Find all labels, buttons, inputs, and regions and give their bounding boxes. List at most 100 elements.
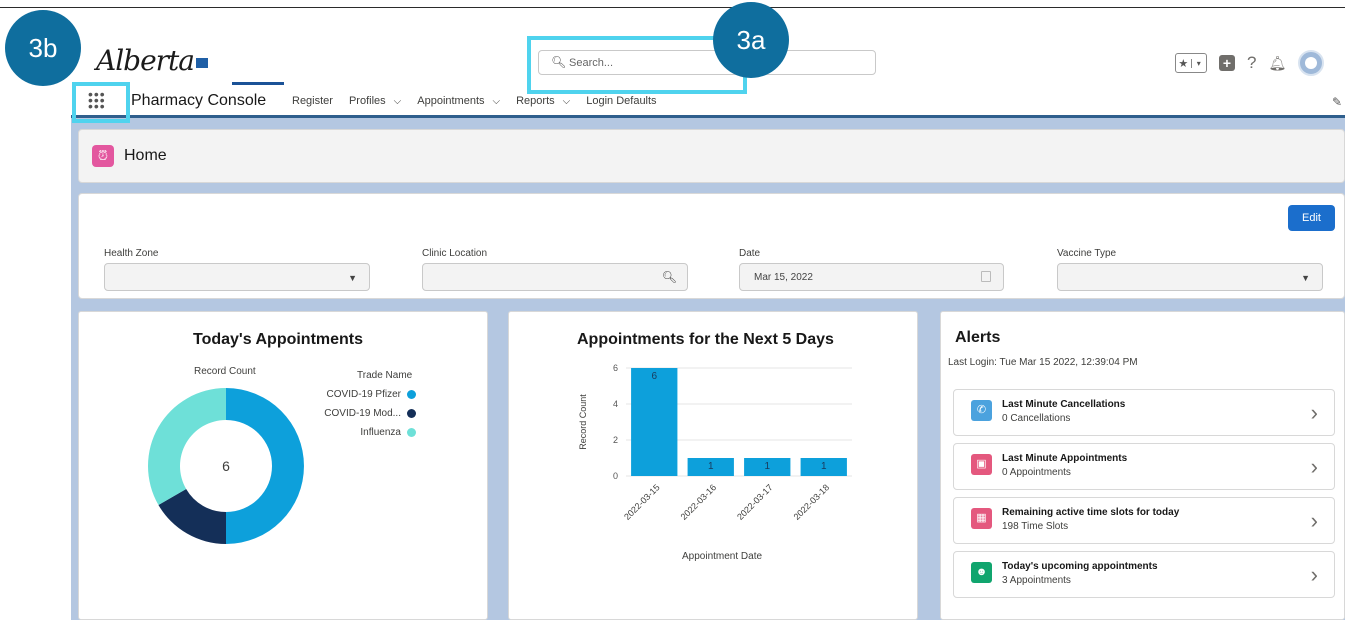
- vaccine-type-label: Vaccine Type: [1057, 248, 1117, 259]
- notifications-bell-icon[interactable]: 🔔︎: [1268, 55, 1286, 72]
- legend-item[interactable]: Influenza: [360, 427, 416, 438]
- legend-item[interactable]: COVID-19 Mod...: [324, 408, 416, 419]
- nav-item-label: Reports: [516, 95, 555, 107]
- legend-swatch: [407, 390, 416, 399]
- alerts-title: Alerts: [955, 329, 1001, 346]
- chevron-right-icon[interactable]: ›: [1311, 454, 1318, 480]
- legend-item[interactable]: COVID-19 Pfizer: [327, 389, 416, 400]
- record-count-label: Record Count: [194, 366, 256, 377]
- alert-subtitle: 198 Time Slots: [1002, 521, 1069, 532]
- nav-item-appointments[interactable]: Appointments ⌵: [417, 95, 500, 107]
- favorites-button[interactable]: ★ ▾: [1175, 53, 1207, 73]
- app-launcher-highlight-box: [72, 82, 130, 123]
- logo-text: Alberta: [96, 44, 195, 77]
- alert-title: Today's upcoming appointments: [1002, 561, 1158, 572]
- chevron-right-icon[interactable]: ›: [1311, 562, 1318, 588]
- calendar-grid-icon: ▦: [971, 508, 992, 529]
- legend-label: COVID-19 Pfizer: [326, 389, 401, 400]
- x-tick-label: 2022-03-15: [622, 482, 662, 522]
- legend-swatch: [407, 428, 416, 437]
- y-tick-label: 6: [613, 363, 618, 373]
- alert-subtitle: 3 Appointments: [1002, 575, 1071, 586]
- dropdown-arrow-icon: ▼: [348, 273, 357, 283]
- header-utility-icons: ★ ▾ + ? 🔔︎: [1175, 50, 1325, 76]
- nav-item-register[interactable]: Register: [292, 95, 333, 107]
- health-zone-label: Health Zone: [104, 248, 159, 259]
- global-actions-button[interactable]: +: [1219, 55, 1235, 71]
- date-value: Mar 15, 2022: [754, 272, 813, 283]
- callout-badge-3b: 3b: [5, 10, 81, 86]
- top-rule: [0, 7, 1345, 8]
- donut-chart: 6: [148, 388, 304, 544]
- vaccine-type-select[interactable]: ▼: [1057, 263, 1323, 291]
- donut-slice[interactable]: [148, 388, 226, 505]
- y-tick-label: 4: [613, 399, 618, 409]
- alert-title: Last Minute Appointments: [1002, 453, 1128, 464]
- alberta-logo[interactable]: Alberta: [96, 44, 208, 77]
- bar-data-label: 6: [651, 371, 657, 382]
- bar-data-label: 1: [821, 461, 827, 472]
- legend-label: COVID-19 Mod...: [324, 408, 401, 419]
- donut-center-value: 6: [222, 458, 230, 474]
- nav-item-label: Profiles: [348, 95, 386, 107]
- search-icon: 🔍︎: [661, 270, 677, 284]
- date-field[interactable]: Mar 15, 2022: [739, 263, 1004, 291]
- legend-title: Trade Name: [357, 370, 413, 381]
- bar[interactable]: [631, 368, 678, 476]
- alert-item[interactable]: ▦ Remaining active time slots for today 19…: [953, 497, 1335, 544]
- bar-data-label: 1: [764, 461, 770, 472]
- nav-item-reports[interactable]: Reports ⌵: [516, 95, 570, 107]
- dropdown-arrow-icon: ▼: [1301, 273, 1310, 283]
- alert-item[interactable]: ✆ Last Minute Cancellations 0 Cancellation…: [953, 389, 1335, 436]
- nav-item-label: Register: [292, 95, 333, 107]
- health-zone-select[interactable]: ▼: [104, 263, 370, 291]
- last-login-text: Last Login: Tue Mar 15 2022, 12:39:04 PM: [948, 357, 1138, 368]
- page-title: Home: [124, 147, 167, 164]
- alert-subtitle: 0 Cancellations: [1002, 413, 1071, 424]
- y-tick-label: 2: [613, 435, 618, 445]
- next-5-days-title: Appointments for the Next 5 Days: [577, 331, 834, 348]
- legend-swatch: [407, 409, 416, 418]
- nav-items: Register Profiles ⌵ Appointments ⌵ Reports…: [292, 95, 657, 107]
- app-name: Pharmacy Console: [131, 92, 267, 109]
- user-avatar[interactable]: [1298, 50, 1325, 76]
- nav-item-profiles[interactable]: Profiles ⌵: [349, 95, 401, 107]
- active-tab-indicator: [232, 82, 284, 85]
- alert-subtitle: 0 Appointments: [1002, 467, 1071, 478]
- bar-chart: 0 2 4 6 Record Count 6 2022-03-15 1 2022-03-16 1 2…: [578, 363, 852, 522]
- chevron-right-icon[interactable]: ›: [1311, 508, 1318, 534]
- nav-item-label: Appointments: [417, 95, 485, 107]
- calendar-icon[interactable]: [981, 271, 991, 282]
- x-tick-label: 2022-03-18: [792, 482, 832, 522]
- help-icon[interactable]: ?: [1247, 53, 1256, 73]
- chevron-down-icon: ▾: [1190, 58, 1207, 68]
- nav-item-login-defaults[interactable]: Login Defaults: [586, 95, 656, 107]
- y-tick-label: 0: [613, 471, 618, 481]
- callout-badge-3a: 3a: [713, 2, 789, 78]
- chevron-right-icon[interactable]: ›: [1311, 400, 1318, 426]
- page-header-card: [78, 129, 1345, 183]
- edit-nav-pencil-icon[interactable]: ✎: [1332, 95, 1342, 109]
- alert-item[interactable]: ☻ Today's upcoming appointments 3 Appointm…: [953, 551, 1335, 598]
- donut-slice[interactable]: [226, 388, 304, 544]
- x-tick-label: 2022-03-17: [735, 482, 775, 522]
- date-label: Date: [739, 248, 761, 259]
- edit-button[interactable]: Edit: [1288, 205, 1335, 231]
- chevron-down-icon[interactable]: ⌵: [563, 96, 571, 107]
- logo-mark: [196, 57, 208, 68]
- nav-item-label: Login Defaults: [586, 95, 657, 107]
- x-tick-label: 2022-03-16: [679, 482, 719, 522]
- star-icon: ★: [1178, 57, 1189, 70]
- chevron-down-icon[interactable]: ⌵: [493, 96, 501, 107]
- legend-label: Influenza: [360, 427, 401, 438]
- alert-title: Last Minute Cancellations: [1002, 399, 1126, 410]
- alert-title: Remaining active time slots for today: [1002, 507, 1180, 518]
- megaphone-icon: ✆: [971, 400, 992, 421]
- chevron-down-icon[interactable]: ⌵: [394, 96, 402, 107]
- people-icon: ☻: [971, 562, 992, 583]
- todays-appointments-title: Today's Appointments: [193, 331, 364, 348]
- clinic-location-lookup[interactable]: 🔍︎: [422, 263, 688, 291]
- alert-item[interactable]: ▣ Last Minute Appointments 0 Appointments ›: [953, 443, 1335, 490]
- bar-data-label: 1: [708, 461, 714, 472]
- calendar-x-icon: ▣: [971, 454, 992, 475]
